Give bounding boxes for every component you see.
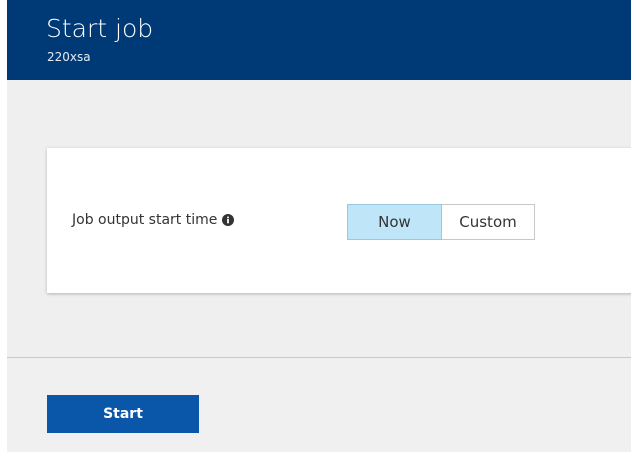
info-icon[interactable] bbox=[222, 214, 235, 226]
job-output-start-time-label: Job output start time bbox=[72, 212, 235, 228]
page-title: Start job bbox=[46, 14, 154, 43]
blade-header: Start job 220xsa bbox=[7, 0, 631, 80]
field-label-text: Job output start time bbox=[72, 212, 218, 228]
option-now[interactable]: Now bbox=[347, 204, 442, 240]
start-button[interactable]: Start bbox=[47, 395, 199, 433]
start-time-toggle: Now Custom bbox=[347, 204, 535, 240]
option-custom[interactable]: Custom bbox=[442, 204, 535, 240]
page-subtitle: 220xsa bbox=[47, 50, 91, 64]
start-job-blade: Start job 220xsa Job output start time N… bbox=[7, 0, 631, 452]
job-settings-card: Job output start time Now Custom bbox=[47, 148, 631, 293]
